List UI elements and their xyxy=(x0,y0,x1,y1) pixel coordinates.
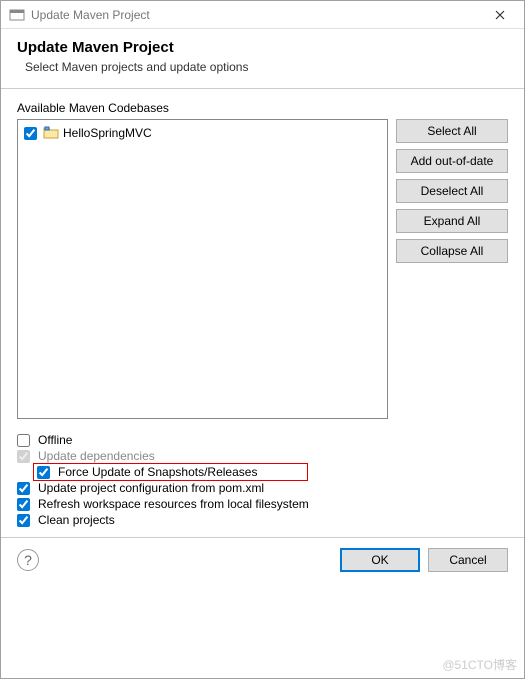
update-config-checkbox[interactable] xyxy=(17,482,30,495)
clean-option[interactable]: Clean projects xyxy=(17,513,508,527)
clean-checkbox[interactable] xyxy=(17,514,30,527)
refresh-ws-label: Refresh workspace resources from local f… xyxy=(38,497,309,511)
options-area: Offline Update dependencies Force Update… xyxy=(1,427,524,537)
collapse-all-button[interactable]: Collapse All xyxy=(396,239,508,263)
deselect-all-button[interactable]: Deselect All xyxy=(396,179,508,203)
force-update-option[interactable]: Force Update of Snapshots/Releases xyxy=(17,465,508,479)
tree-item-checkbox[interactable] xyxy=(24,127,37,140)
project-tree[interactable]: HelloSpringMVC xyxy=(17,119,388,419)
offline-label: Offline xyxy=(38,433,72,447)
update-deps-checkbox xyxy=(17,450,30,463)
refresh-ws-option[interactable]: Refresh workspace resources from local f… xyxy=(17,497,508,511)
force-update-checkbox[interactable] xyxy=(37,466,50,479)
content-area: Available Maven Codebases HelloSpringMVC… xyxy=(1,89,524,427)
watermark: @51CTO博客 xyxy=(442,656,517,673)
tree-item[interactable]: HelloSpringMVC xyxy=(24,124,381,142)
cancel-button[interactable]: Cancel xyxy=(428,548,508,572)
refresh-ws-checkbox[interactable] xyxy=(17,498,30,511)
dialog-title: Update Maven Project xyxy=(17,39,508,56)
update-config-label: Update project configuration from pom.xm… xyxy=(38,481,264,495)
update-deps-label: Update dependencies xyxy=(38,449,155,463)
expand-all-button[interactable]: Expand All xyxy=(396,209,508,233)
codebases-label: Available Maven Codebases xyxy=(17,101,508,115)
dialog-description: Select Maven projects and update options xyxy=(17,60,508,74)
titlebar-text: Update Maven Project xyxy=(31,8,480,22)
add-out-of-date-button[interactable]: Add out-of-date xyxy=(396,149,508,173)
tree-item-label: HelloSpringMVC xyxy=(63,126,152,140)
close-button[interactable] xyxy=(480,2,520,28)
offline-checkbox[interactable] xyxy=(17,434,30,447)
offline-option[interactable]: Offline xyxy=(17,433,508,447)
clean-label: Clean projects xyxy=(38,513,115,527)
update-config-option[interactable]: Update project configuration from pom.xm… xyxy=(17,481,508,495)
project-icon xyxy=(43,125,59,141)
window-icon xyxy=(9,7,25,23)
select-all-button[interactable]: Select All xyxy=(396,119,508,143)
help-button[interactable]: ? xyxy=(17,549,39,571)
titlebar: Update Maven Project xyxy=(1,1,524,29)
force-update-label: Force Update of Snapshots/Releases xyxy=(58,465,257,479)
ok-button[interactable]: OK xyxy=(340,548,420,572)
update-deps-option: Update dependencies xyxy=(17,449,508,463)
dialog-footer: ? OK Cancel xyxy=(1,537,524,582)
side-buttons: Select All Add out-of-date Deselect All … xyxy=(396,119,508,419)
dialog-header: Update Maven Project Select Maven projec… xyxy=(1,29,524,89)
